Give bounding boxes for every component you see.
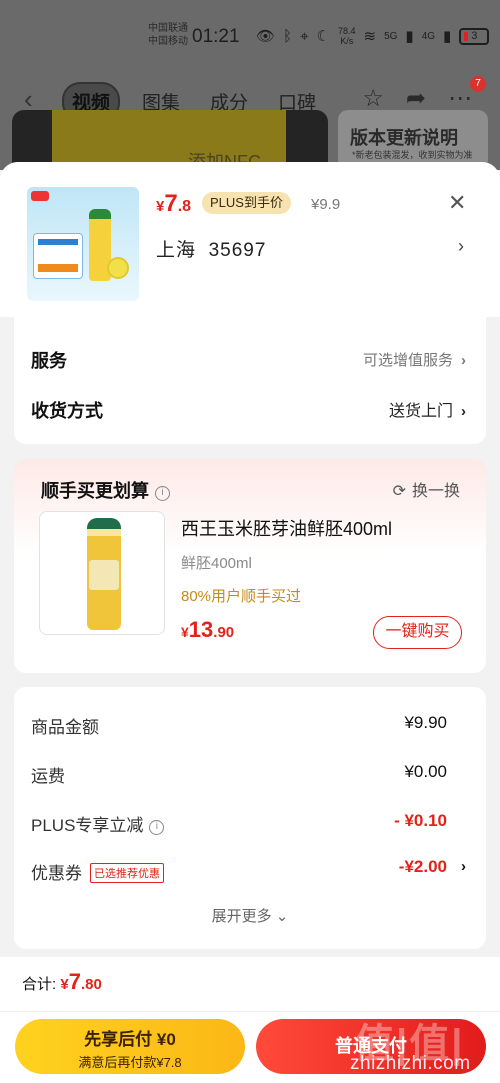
chevron-right-icon: › xyxy=(461,352,466,369)
nav-actions: ☆ ➦ ⋯ xyxy=(362,84,472,113)
brand-logo-icon xyxy=(31,191,49,201)
signal-5g: 5G xyxy=(384,30,398,42)
refresh-button[interactable]: ⟳ 换一换 xyxy=(393,477,460,501)
signal-icon: ▮ xyxy=(443,28,452,45)
summary-label-shipping: 运费 xyxy=(31,767,65,786)
lemon-icon xyxy=(107,257,129,279)
delivery-label: 收货方式 xyxy=(31,401,103,421)
message-badge: 7 xyxy=(470,76,486,92)
clock: 01:21 xyxy=(192,26,240,47)
refresh-icon: ⟳ xyxy=(392,483,406,500)
original-price: ¥9.9 xyxy=(311,196,341,213)
chevron-down-icon: ⌄ xyxy=(275,908,289,925)
product-label-graphic xyxy=(33,233,83,279)
summary-label-goods: 商品金额 xyxy=(31,718,99,737)
summary-value-shipping: ¥0.00 xyxy=(404,762,447,781)
bundle-bought-stat: 80%用户顺手买过 xyxy=(181,588,302,605)
signal-icon: ▮ xyxy=(405,28,414,45)
bluetooth-icon: ᛒ xyxy=(283,27,293,45)
pay-later-button[interactable]: 先享后付 ¥0 满意后再付款¥7.8 xyxy=(15,1019,245,1074)
signal-4g: 4G xyxy=(421,30,436,42)
bundle-title: 顺手买更划算 i xyxy=(41,477,170,503)
video-preview: 添加NFC xyxy=(12,110,328,170)
delivery-option[interactable]: 送货上门 › xyxy=(389,397,466,421)
service-card: 服务 可选增值服务 › 收货方式 送货上门 › xyxy=(14,317,486,444)
product-header: ¥7.8 PLUS到手价 ¥9.9 ✕ 上海 35697 › xyxy=(0,162,500,317)
total-amount: ¥7.80 xyxy=(60,969,102,994)
close-icon[interactable]: ✕ xyxy=(448,192,466,214)
bundle-price: ¥13.90 xyxy=(181,617,235,642)
status-icons: 👁 ᛒ ⌖ ☾ 78.4 K/s ≋ 5G ▮ 4G ▮ 3 xyxy=(256,26,490,46)
update-title: 版本更新说明 xyxy=(350,128,458,148)
eye-icon: 👁 xyxy=(256,28,276,45)
one-click-buy-button[interactable]: 一键购买 xyxy=(373,616,462,649)
coupon-tag: 已选推荐优惠 xyxy=(90,863,164,883)
purchase-sheet: ¥7.8 PLUS到手价 ¥9.9 ✕ 上海 35697 › 服务 可选增值服务… xyxy=(0,162,500,1083)
bundle-product-name[interactable]: 西王玉米胚芽油鲜胚400ml xyxy=(181,515,392,541)
summary-value-goods: ¥9.90 xyxy=(404,713,447,732)
order-summary: 商品金额 ¥9.90 运费 ¥0.00 PLUS专享立减 i - ¥0.10 优惠… xyxy=(14,687,486,949)
service-label: 服务 xyxy=(31,351,67,371)
info-icon[interactable]: i xyxy=(149,820,165,835)
product-price: ¥7.8 xyxy=(156,190,192,217)
update-subtitle: *新老包装混发，收到实物为准 xyxy=(352,150,473,160)
update-notice: 版本更新说明 *新老包装混发，收到实物为准 xyxy=(338,110,488,170)
moon-icon: ☾ xyxy=(316,28,330,45)
carrier-2: 中国移动 xyxy=(148,36,188,47)
delivery-location[interactable]: 上海 35697 xyxy=(156,235,266,262)
info-icon[interactable]: i xyxy=(155,486,170,501)
carrier-info: 中国联通 中国移动 xyxy=(148,22,188,48)
share-icon[interactable]: ➦ xyxy=(406,84,426,113)
service-option[interactable]: 可选增值服务 › xyxy=(363,349,466,370)
bundle-product-image[interactable] xyxy=(39,511,165,635)
watermark-text: zhizhizhi.com xyxy=(350,1053,471,1074)
battery-icon: 3 xyxy=(459,27,490,45)
net-speed: 78.4 K/s xyxy=(337,26,356,46)
chevron-right-icon: › xyxy=(461,403,466,420)
chevron-right-icon[interactable]: › xyxy=(458,236,464,257)
carrier-1: 中国联通 xyxy=(148,23,188,34)
checkout-footer: 合计: ¥7.80 先享后付 ¥0 满意后再付款¥7.8 普通支付 值|值|值 … xyxy=(0,957,500,1083)
summary-label-coupon: 优惠券 已选推荐优惠 xyxy=(31,859,164,884)
oil-label-graphic xyxy=(89,560,119,590)
bundle-product-spec: 鲜胚400ml xyxy=(181,555,252,572)
plus-price-badge: PLUS到手价 xyxy=(202,192,291,214)
location-icon: ⌖ xyxy=(300,27,309,45)
order-total: 合计: ¥7.80 xyxy=(22,969,102,994)
product-image[interactable] xyxy=(27,187,139,301)
star-icon[interactable]: ☆ xyxy=(362,84,384,113)
wifi-icon: ≋ xyxy=(363,28,377,45)
status-bar: 中国联通 中国移动 01:21 👁 ᛒ ⌖ ☾ 78.4 K/s ≋ 5G ▮ … xyxy=(0,0,500,70)
chevron-right-icon[interactable]: › xyxy=(461,858,466,875)
expand-more-button[interactable]: 展开更多 ⌄ xyxy=(14,905,486,926)
summary-value-coupon[interactable]: -¥2.00 xyxy=(399,857,447,877)
background-page: 中国联通 中国移动 01:21 👁 ᛒ ⌖ ☾ 78.4 K/s ≋ 5G ▮ … xyxy=(0,0,500,170)
summary-value-plus-discount: - ¥0.10 xyxy=(394,811,447,830)
bundle-card: 顺手买更划算 i ⟳ 换一换 西王玉米胚芽油鲜胚400ml 鲜胚400ml 80%用… xyxy=(14,459,486,673)
more-icon[interactable]: ⋯ xyxy=(448,84,472,113)
summary-label-plus-discount: PLUS专享立减 i xyxy=(31,811,165,836)
